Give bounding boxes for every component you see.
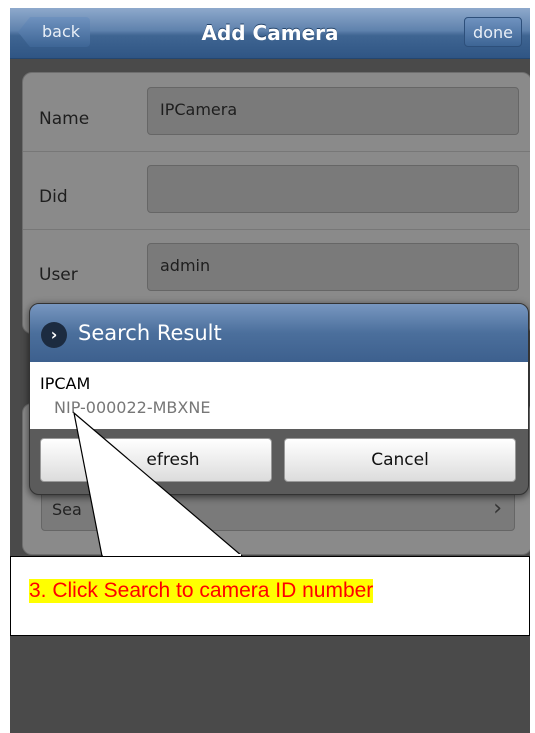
- app-screen: Add Camera back done Name IPCamera Did U…: [10, 8, 530, 733]
- callout-pointer-shape: [73, 411, 244, 557]
- callout-pointer: [73, 411, 244, 557]
